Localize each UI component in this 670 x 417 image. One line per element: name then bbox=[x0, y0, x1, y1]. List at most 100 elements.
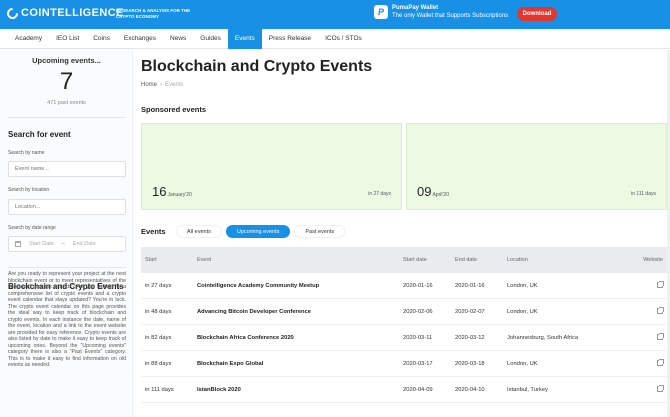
row-start: in 111 days bbox=[145, 386, 174, 393]
breadcrumb-home[interactable]: Home bbox=[141, 82, 157, 88]
row-end-date: 2020-03-18 bbox=[455, 360, 485, 367]
external-link-icon[interactable] bbox=[657, 358, 664, 366]
table-row[interactable]: in 82 days Blockchain Africa Conference … bbox=[141, 325, 667, 351]
date-range-input[interactable]: Start Date – End Date bbox=[8, 236, 126, 252]
breadcrumb-separator: › bbox=[160, 82, 163, 88]
event-tabs: All events Upcoming events Past events bbox=[176, 225, 349, 238]
promo-banner[interactable]: P PumaPay Wallet The only Wallet that Su… bbox=[374, 4, 508, 20]
external-link-icon[interactable] bbox=[657, 384, 664, 392]
sponsored-date: 09April'20 bbox=[417, 184, 449, 199]
past-events-link[interactable]: 471 past events bbox=[0, 100, 133, 106]
sidebar: Upcoming events... 7 471 past events Sea… bbox=[0, 50, 133, 417]
upcoming-title: Upcoming events... bbox=[32, 56, 101, 65]
col-website: Website bbox=[643, 257, 663, 263]
pumapay-icon: P bbox=[374, 5, 388, 19]
logo-text: COINTELLIGENCE bbox=[21, 7, 124, 19]
nav-item-ieo-list[interactable]: IEO List bbox=[49, 29, 86, 49]
download-button[interactable]: Download bbox=[517, 7, 557, 21]
search-heading: Search for event bbox=[8, 130, 71, 139]
row-location: Istanbul, Turkey bbox=[507, 386, 548, 393]
external-link-icon[interactable] bbox=[657, 306, 664, 314]
row-event[interactable]: Cointelligence Academy Community Meetup bbox=[193, 283, 403, 289]
external-link-icon[interactable] bbox=[657, 332, 664, 340]
main-nav: Academy IEO List Coins Exchanges News Gu… bbox=[0, 29, 670, 49]
row-end-date: 2020-04-10 bbox=[455, 386, 485, 393]
row-website[interactable] bbox=[617, 332, 667, 342]
end-date-field[interactable]: End Date bbox=[73, 241, 96, 247]
col-location: Location bbox=[507, 257, 528, 263]
row-location: London, UK bbox=[507, 308, 538, 315]
row-location: London, UK bbox=[507, 360, 538, 367]
row-start: in 27 days bbox=[145, 282, 172, 289]
col-end-date: End date bbox=[455, 257, 478, 263]
nav-item-academy[interactable]: Academy bbox=[8, 29, 49, 49]
row-event[interactable]: Advancing Bitcoin Developer Conference bbox=[193, 309, 403, 315]
table-row[interactable]: in 88 days Blockchain Expo Global 2020-0… bbox=[141, 351, 667, 377]
sponsored-heading: Sponsored events bbox=[141, 105, 207, 114]
row-event[interactable]: Blockchain Africa Conference 2020 bbox=[193, 335, 403, 341]
nav-item-press-release[interactable]: Press Release bbox=[262, 29, 318, 49]
breadcrumb-current: Events bbox=[165, 82, 184, 88]
row-start-date: 2020-03-11 bbox=[403, 334, 433, 341]
row-website[interactable] bbox=[617, 358, 667, 368]
sponsored-countdown: in 111 days bbox=[631, 191, 656, 197]
divider bbox=[8, 267, 126, 268]
nav-item-events[interactable]: Events bbox=[227, 29, 262, 49]
table-row[interactable]: in 27 days Cointelligence Academy Commun… bbox=[141, 273, 667, 299]
search-name-label: Search by name bbox=[8, 150, 45, 156]
nav-item-exchanges[interactable]: Exchanges bbox=[117, 29, 163, 49]
row-start-date: 2020-02-06 bbox=[403, 308, 433, 315]
table-header: Start Event Start date End date Location… bbox=[141, 247, 667, 273]
row-start: in 82 days bbox=[145, 334, 172, 341]
row-start: in 88 days bbox=[145, 360, 172, 367]
date-separator: – bbox=[61, 241, 65, 247]
sponsored-day: 16 bbox=[152, 184, 167, 199]
about-text: Are you ready to represent your project … bbox=[8, 271, 126, 368]
row-website[interactable] bbox=[617, 384, 667, 394]
sponsored-card[interactable]: 09April'20 in 111 days bbox=[406, 123, 667, 210]
nav-item-coins[interactable]: Coins bbox=[86, 29, 117, 49]
table-row[interactable]: in 48 days Advancing Bitcoin Developer C… bbox=[141, 299, 667, 325]
row-start-date: 2020-01-16 bbox=[403, 282, 433, 289]
row-event[interactable]: IstanBlock 2020 bbox=[193, 387, 403, 393]
row-start-date: 2020-03-17 bbox=[403, 360, 433, 367]
site-logo[interactable]: COINTELLIGENCE bbox=[4, 5, 124, 21]
table-row[interactable]: in 111 days IstanBlock 2020 2020-04-09 2… bbox=[141, 377, 667, 403]
nav-item-icos-stos[interactable]: ICOs / STOs bbox=[318, 29, 369, 49]
row-end-date: 2020-03-12 bbox=[455, 334, 485, 341]
external-link-icon[interactable] bbox=[657, 280, 664, 288]
sponsored-card[interactable]: 16January'20 in 27 days bbox=[141, 123, 402, 210]
location-input[interactable] bbox=[8, 199, 126, 215]
sponsored-countdown: in 27 days bbox=[368, 191, 391, 197]
search-date-label: Search by date range bbox=[8, 225, 56, 231]
row-location: Johannesburg, South Africa bbox=[507, 334, 579, 341]
calendar-icon bbox=[15, 241, 21, 247]
page-title: Blockchain and Crypto Events bbox=[141, 58, 373, 75]
search-location-label: Search by location bbox=[8, 187, 50, 193]
col-start-date: Start date bbox=[403, 257, 427, 263]
row-end-date: 2020-02-07 bbox=[455, 308, 485, 315]
divider bbox=[8, 117, 126, 118]
row-location: London, UK bbox=[507, 282, 538, 289]
col-event: Event bbox=[197, 257, 212, 263]
row-website[interactable] bbox=[617, 306, 667, 316]
event-name-input[interactable] bbox=[8, 161, 126, 177]
row-website[interactable] bbox=[617, 280, 667, 290]
events-table: Start Event Start date End date Location… bbox=[141, 247, 667, 403]
sponsored-day: 09 bbox=[417, 184, 432, 199]
tab-past-events[interactable]: Past events bbox=[294, 225, 346, 238]
row-end-date: 2020-01-16 bbox=[455, 282, 485, 289]
promo-title: PumaPay Wallet bbox=[392, 5, 439, 11]
row-start-date: 2020-04-09 bbox=[403, 386, 433, 393]
nav-item-guides[interactable]: Guides bbox=[193, 29, 228, 49]
breadcrumb: Home › Events bbox=[141, 82, 183, 88]
logo-tagline: RESEARCH & ANALYSIS FOR THE CRYPTO ECONO… bbox=[116, 8, 191, 19]
tab-all-events[interactable]: All events bbox=[176, 225, 222, 238]
row-event[interactable]: Blockchain Expo Global bbox=[193, 361, 403, 367]
sponsored-month: April'20 bbox=[432, 192, 449, 198]
start-date-field[interactable]: Start Date bbox=[29, 241, 54, 247]
sponsored-date: 16January'20 bbox=[152, 184, 192, 199]
nav-item-news[interactable]: News bbox=[163, 29, 193, 49]
promo-subtitle: The only Wallet that Supports Subscripti… bbox=[392, 13, 509, 19]
tab-upcoming-events[interactable]: Upcoming events bbox=[225, 225, 291, 238]
